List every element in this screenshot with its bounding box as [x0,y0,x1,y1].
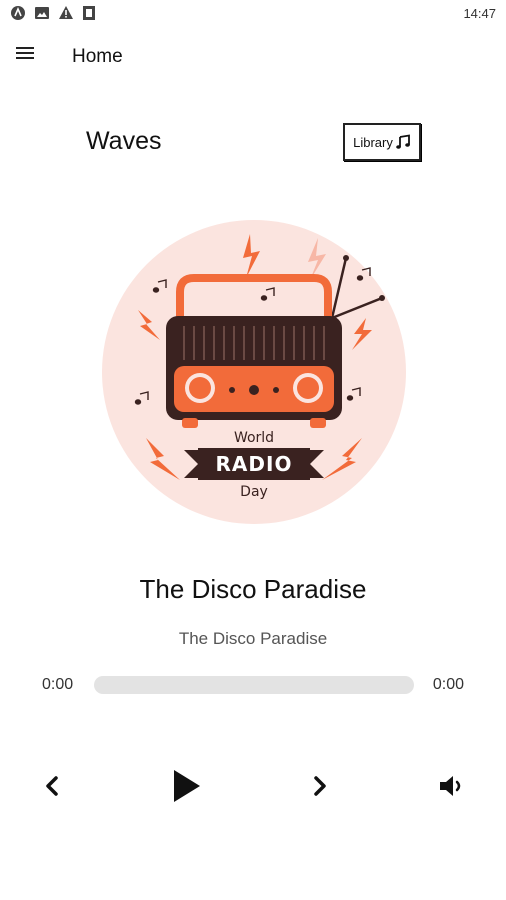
hamburger-icon [16,47,42,59]
status-time: 14:47 [463,6,496,21]
play-icon [174,770,200,802]
library-label: Library [353,134,393,150]
next-button[interactable] [304,768,336,804]
current-time: 0:00 [42,676,74,693]
seek-bar[interactable] [94,676,414,694]
status-bar: 14:47 [0,0,506,28]
track-title: The Disco Paradise [139,574,367,604]
volume-button[interactable] [434,768,470,804]
app-bar: Home [0,36,506,76]
album-artwork: World RADIO Day [100,218,408,526]
play-button[interactable] [164,762,208,810]
chevron-right-icon [314,776,326,796]
sd-card-icon [83,6,95,20]
brand-title: Waves [86,127,162,155]
radio-illustration: World RADIO Day [102,220,406,524]
library-button[interactable]: Library [343,123,421,161]
chevron-left-icon [46,776,58,796]
artwork-line-3: Day [240,484,268,500]
image-icon [35,7,49,19]
status-icons [10,5,96,21]
menu-button[interactable] [16,44,42,68]
artwork-line-1: World [234,430,274,446]
artwork-line-2: RADIO [216,452,293,476]
track-artist: The Disco Paradise [178,629,328,648]
volume-icon [440,776,461,796]
music-note-icon [396,134,410,149]
android-icon [11,6,25,20]
app-title: Home [72,46,123,67]
duration: 0:00 [432,676,464,693]
warning-icon [59,6,73,19]
previous-button[interactable] [36,768,68,804]
